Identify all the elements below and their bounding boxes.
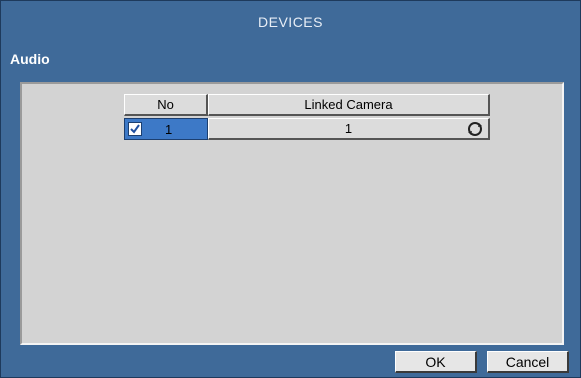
checkmark-icon [130, 124, 140, 134]
column-header-linked-camera: Linked Camera [208, 94, 490, 116]
enable-checkbox[interactable] [128, 122, 142, 136]
row-no-cell[interactable]: 1 [124, 118, 208, 140]
linked-camera-value: 1 [344, 121, 353, 136]
cancel-button[interactable]: Cancel [487, 351, 569, 373]
dialog-title: DEVICES [258, 14, 323, 30]
column-header-no: No [124, 94, 208, 116]
section-label: Audio [10, 51, 50, 67]
row-number: 1 [165, 122, 173, 137]
ok-button[interactable]: OK [395, 351, 477, 373]
device-panel: No Linked Camera 1 1 [20, 82, 564, 345]
linked-camera-cell[interactable]: 1 [208, 118, 490, 140]
refresh-icon[interactable] [467, 121, 483, 137]
